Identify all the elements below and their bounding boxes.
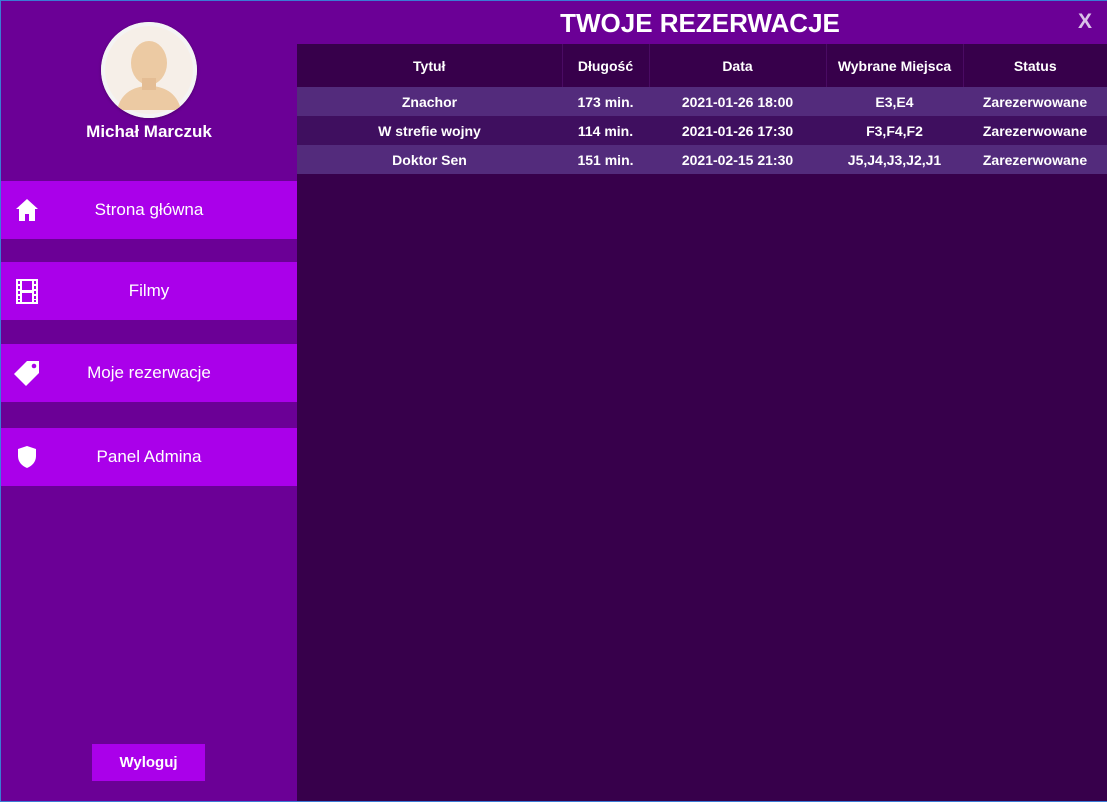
sidebar: Michał Marczuk Strona główna Filmy Moje …: [1, 1, 297, 801]
cell-duration: 114 min.: [562, 116, 649, 145]
cell-duration: 151 min.: [562, 145, 649, 174]
nav-item-my-reservations[interactable]: Moje rezerwacje: [1, 344, 297, 402]
column-header-status[interactable]: Status: [963, 44, 1107, 87]
table-row[interactable]: Doktor Sen 151 min. 2021-02-15 21:30 J5,…: [297, 145, 1107, 174]
cell-status: Zarezerwowane: [963, 87, 1107, 116]
nav-item-label: Panel Admina: [96, 447, 202, 466]
cell-date: 2021-01-26 18:00: [649, 87, 826, 116]
cell-title: Znachor: [297, 87, 562, 116]
column-header-date[interactable]: Data: [649, 44, 827, 87]
reservations-panel: Tytuł Długość Data Wybrane Miejsca Statu…: [297, 44, 1107, 801]
cell-date: 2021-02-15 21:30: [649, 145, 826, 174]
user-avatar-icon: [101, 22, 197, 118]
cell-date: 2021-01-26 17:30: [649, 116, 826, 145]
user-name: Michał Marczuk: [86, 122, 212, 141]
column-header-title[interactable]: Tytuł: [297, 44, 563, 87]
table-row[interactable]: Znachor 173 min. 2021-01-26 18:00 E3,E4 …: [297, 87, 1107, 116]
cell-status: Zarezerwowane: [963, 145, 1107, 174]
cell-seats: J5,J4,J3,J2,J1: [826, 145, 963, 174]
cell-seats: E3,E4: [826, 87, 963, 116]
nav-item-label: Filmy: [128, 281, 170, 300]
header: TWOJE REZERWACJE X: [297, 1, 1107, 44]
logout-button[interactable]: Wyloguj: [92, 744, 205, 781]
cell-duration: 173 min.: [562, 87, 649, 116]
nav-item-admin-panel[interactable]: Panel Admina: [1, 428, 297, 486]
nav-item-home[interactable]: Strona główna: [1, 181, 297, 239]
page-title: TWOJE REZERWACJE: [560, 8, 840, 38]
cell-seats: F3,F4,F2: [826, 116, 963, 145]
column-header-duration[interactable]: Długość: [562, 44, 650, 87]
cell-title: W strefie wojny: [297, 116, 562, 145]
column-header-seats[interactable]: Wybrane Miejsca: [826, 44, 964, 87]
nav-item-label: Strona główna: [94, 200, 204, 219]
app-window: Michał Marczuk Strona główna Filmy Moje …: [0, 0, 1107, 802]
table-header-row: Tytuł Długość Data Wybrane Miejsca Statu…: [297, 44, 1107, 87]
reservations-table: Tytuł Długość Data Wybrane Miejsca Statu…: [297, 44, 1107, 174]
table-row[interactable]: W strefie wojny 114 min. 2021-01-26 17:3…: [297, 116, 1107, 145]
close-button[interactable]: X: [1071, 7, 1099, 37]
nav-item-films[interactable]: Filmy: [1, 262, 297, 320]
nav-item-label: Moje rezerwacje: [87, 363, 211, 382]
cell-status: Zarezerwowane: [963, 116, 1107, 145]
cell-title: Doktor Sen: [297, 145, 562, 174]
